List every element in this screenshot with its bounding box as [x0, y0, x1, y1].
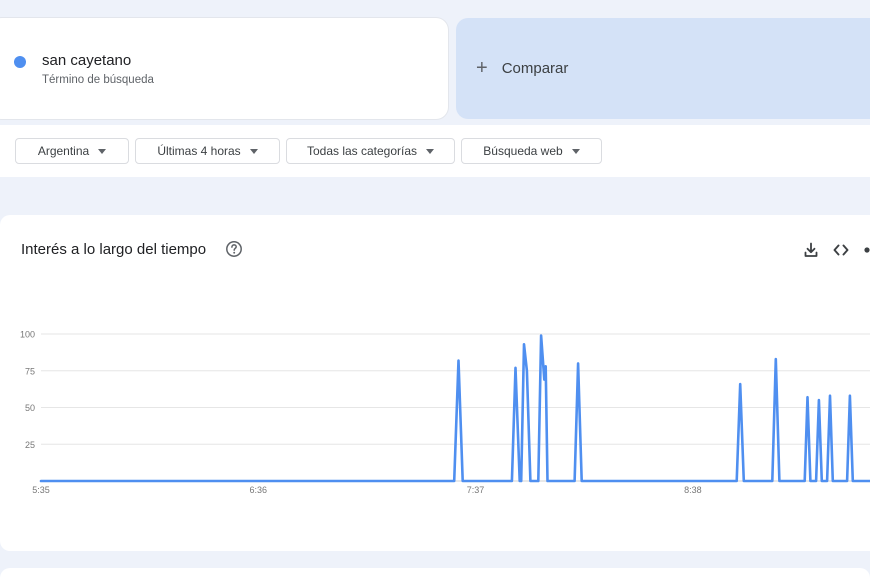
- filter-category-dropdown[interactable]: Todas las categorías: [286, 138, 455, 164]
- plus-icon: +: [476, 57, 488, 79]
- y-tick-label: 25: [25, 440, 35, 450]
- x-tick-label: 8:38: [684, 485, 702, 495]
- filter-category-label: Todas las categorías: [306, 144, 418, 158]
- interest-over-time-card: Interés a lo largo del tiempo 25 50 75 100 5…: [0, 215, 870, 551]
- x-tick-label: 5:35: [32, 485, 50, 495]
- series-color-dot: [14, 56, 26, 68]
- y-tick-label: 75: [25, 366, 35, 376]
- dropdown-arrow-icon: [571, 148, 580, 154]
- search-term-card[interactable]: san cayetano Término de búsqueda: [0, 18, 448, 119]
- interest-line-chart: 25 50 75 100 5:35 6:36 7:37 8:38: [20, 330, 870, 495]
- y-tick-label: 100: [20, 330, 35, 340]
- dropdown-arrow-icon: [249, 148, 258, 154]
- x-tick-label: 7:37: [467, 485, 485, 495]
- compare-button[interactable]: + Comparar: [456, 18, 870, 119]
- filter-search-type-label: Búsqueda web: [483, 144, 563, 158]
- filter-bar: Argentina Últimas 4 horas Todas las cate…: [0, 125, 870, 177]
- filter-region-label: Argentina: [37, 144, 90, 158]
- series-line: [39, 334, 870, 483]
- dropdown-arrow-icon: [426, 148, 435, 154]
- filter-search-type-dropdown[interactable]: Búsqueda web: [461, 138, 602, 164]
- x-tick-label: 6:36: [250, 485, 268, 495]
- filter-time-dropdown[interactable]: Últimas 4 horas: [135, 138, 280, 164]
- search-term-subtitle: Término de búsqueda: [42, 74, 154, 86]
- search-term-title: san cayetano: [42, 52, 132, 69]
- compare-label: Comparar: [501, 60, 569, 77]
- filter-time-label: Últimas 4 horas: [157, 144, 241, 158]
- filter-region-dropdown[interactable]: Argentina: [15, 138, 129, 164]
- dropdown-arrow-icon: [98, 148, 107, 154]
- y-tick-label: 50: [25, 403, 35, 413]
- next-card-edge: [0, 568, 870, 580]
